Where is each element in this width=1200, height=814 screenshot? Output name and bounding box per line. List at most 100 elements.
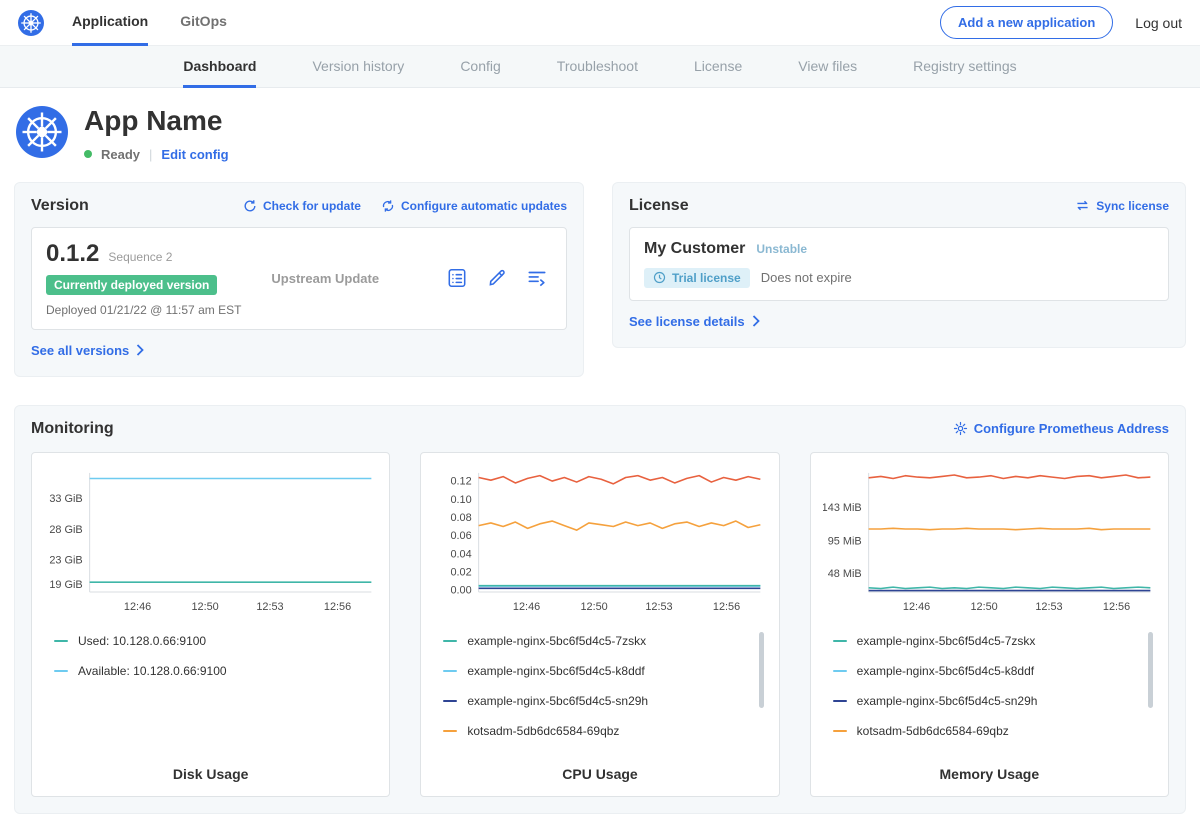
tab-application[interactable]: Application xyxy=(72,0,148,46)
trial-license-badge: Trial license xyxy=(644,268,750,288)
add-application-button[interactable]: Add a new application xyxy=(940,6,1113,39)
svg-text:12:50: 12:50 xyxy=(191,601,218,613)
edit-config-icon[interactable] xyxy=(486,267,508,289)
svg-text:12:46: 12:46 xyxy=(513,601,540,613)
svg-text:12:56: 12:56 xyxy=(324,601,351,613)
divider: | xyxy=(149,147,152,162)
legend-color-dash xyxy=(833,640,847,642)
channel-label: Unstable xyxy=(756,242,807,256)
cpu-usage-chart-panel: 0.120.100.080.060.040.020.0012:4612:5012… xyxy=(420,452,779,797)
auto-update-icon xyxy=(381,199,395,213)
subnav-view-files[interactable]: View files xyxy=(798,46,857,88)
legend-label: example-nginx-5bc6f5d4c5-k8ddf xyxy=(857,664,1034,678)
legend-label: Available: 10.128.0.66:9100 xyxy=(78,664,227,678)
license-details-box: My Customer Unstable Trial license Does … xyxy=(629,227,1169,301)
subnav-dashboard[interactable]: Dashboard xyxy=(183,46,256,88)
legend-item: example-nginx-5bc6f5d4c5-sn29h xyxy=(433,686,750,716)
legend-label: example-nginx-5bc6f5d4c5-k8ddf xyxy=(467,664,644,678)
expiry-text: Does not expire xyxy=(761,270,852,285)
license-type-row: Trial license Does not expire xyxy=(644,268,1154,288)
legend-scrollbar[interactable] xyxy=(759,632,764,708)
legend-color-dash xyxy=(443,730,457,732)
see-license-details-link[interactable]: See license details xyxy=(629,314,760,329)
legend-scrollbar[interactable] xyxy=(1148,632,1153,708)
configure-prometheus-link[interactable]: Configure Prometheus Address xyxy=(953,421,1169,436)
monitoring-header: Monitoring Configure Prometheus Address xyxy=(31,420,1169,438)
check-for-update-link[interactable]: Check for update xyxy=(243,199,361,213)
legend-label: kotsadm-5db6dc6584-69qbz xyxy=(857,724,1009,738)
svg-text:48 MiB: 48 MiB xyxy=(827,568,861,580)
svg-text:12:53: 12:53 xyxy=(256,601,283,613)
svg-text:12:56: 12:56 xyxy=(1103,601,1130,613)
chevron-right-icon xyxy=(752,315,760,327)
release-notes-icon[interactable] xyxy=(446,267,468,289)
version-action-icons xyxy=(446,267,552,289)
version-number: 0.1.2 xyxy=(46,240,99,268)
svg-text:95 MiB: 95 MiB xyxy=(827,535,861,547)
svg-text:12:50: 12:50 xyxy=(970,601,997,613)
see-all-versions-link[interactable]: See all versions xyxy=(31,343,144,358)
configure-automatic-updates-link[interactable]: Configure automatic updates xyxy=(381,199,567,213)
version-card-links: Check for update Configure automatic upd… xyxy=(243,199,567,213)
status-dot xyxy=(84,150,92,158)
trial-license-label: Trial license xyxy=(672,271,741,285)
legend-item: example-nginx-5bc6f5d4c5-7zskx xyxy=(823,626,1140,656)
upstream-update-label: Upstream Update xyxy=(241,271,446,286)
legend-item: kotsadm-5db6dc6584-69qbz xyxy=(823,716,1140,746)
app-kubernetes-icon xyxy=(16,106,68,158)
svg-text:12:46: 12:46 xyxy=(124,601,151,613)
topnav-right: Add a new application Log out xyxy=(940,6,1182,39)
legend-color-dash xyxy=(443,670,457,672)
sync-license-label: Sync license xyxy=(1096,199,1169,213)
svg-text:0.10: 0.10 xyxy=(451,494,472,506)
legend-label: example-nginx-5bc6f5d4c5-7zskx xyxy=(467,634,646,648)
svg-text:0.00: 0.00 xyxy=(451,584,472,596)
svg-text:23 GiB: 23 GiB xyxy=(49,554,82,566)
license-card-links: Sync license xyxy=(1075,199,1169,213)
legend-label: kotsadm-5db6dc6584-69qbz xyxy=(467,724,619,738)
svg-text:12:56: 12:56 xyxy=(713,601,740,613)
legend-color-dash xyxy=(54,670,68,672)
check-for-update-label: Check for update xyxy=(263,199,361,213)
legend-color-dash xyxy=(833,670,847,672)
legend-label: example-nginx-5bc6f5d4c5-sn29h xyxy=(857,694,1038,708)
monitoring-title: Monitoring xyxy=(31,420,114,438)
app-header-text: App Name Ready | Edit config xyxy=(84,106,229,162)
chart-legend: example-nginx-5bc6f5d4c5-7zskx example-ng… xyxy=(823,626,1156,746)
logout-link[interactable]: Log out xyxy=(1135,15,1182,31)
deployed-timestamp: Deployed 01/21/22 @ 11:57 am EST xyxy=(46,303,241,317)
legend-item: kotsadm-5db6dc6584-69qbz xyxy=(433,716,750,746)
refresh-icon xyxy=(243,199,257,213)
subnav-version-history[interactable]: Version history xyxy=(312,46,404,88)
subnav-config[interactable]: Config xyxy=(460,46,500,88)
app-header: App Name Ready | Edit config xyxy=(0,88,1200,182)
license-customer-row: My Customer Unstable xyxy=(644,240,1154,258)
configure-automatic-updates-label: Configure automatic updates xyxy=(401,199,567,213)
current-version-info: 0.1.2 Sequence 2 Currently deployed vers… xyxy=(46,240,241,317)
chart-title: Memory Usage xyxy=(823,752,1156,782)
legend-item: Available: 10.128.0.66:9100 xyxy=(44,656,361,686)
sync-arrows-icon xyxy=(1075,199,1090,212)
tab-gitops[interactable]: GitOps xyxy=(180,0,227,46)
current-version-box: 0.1.2 Sequence 2 Currently deployed vers… xyxy=(31,227,567,330)
configure-prometheus-label: Configure Prometheus Address xyxy=(974,421,1169,436)
license-card-header: License Sync license xyxy=(629,197,1169,215)
legend-color-dash xyxy=(833,730,847,732)
subnav-registry-settings[interactable]: Registry settings xyxy=(913,46,1016,88)
sync-license-link[interactable]: Sync license xyxy=(1075,199,1169,213)
kubernetes-logo-icon xyxy=(18,10,44,36)
svg-text:0.02: 0.02 xyxy=(451,566,472,578)
legend-item: example-nginx-5bc6f5d4c5-k8ddf xyxy=(433,656,750,686)
status-text: Ready xyxy=(101,147,140,162)
charts-row: 33 GiB28 GiB23 GiB19 GiB12:4612:5012:531… xyxy=(31,452,1169,797)
subnav-license[interactable]: License xyxy=(694,46,742,88)
svg-text:12:53: 12:53 xyxy=(646,601,673,613)
edit-config-link[interactable]: Edit config xyxy=(161,147,228,162)
license-card-title: License xyxy=(629,197,689,215)
svg-text:33 GiB: 33 GiB xyxy=(49,493,82,505)
memory-usage-chart: 143 MiB95 MiB48 MiB12:4612:5012:5312:56 xyxy=(823,465,1156,616)
legend-item: example-nginx-5bc6f5d4c5-7zskx xyxy=(433,626,750,656)
monitoring-card: Monitoring Configure Prometheus Address … xyxy=(14,405,1186,814)
subnav-troubleshoot[interactable]: Troubleshoot xyxy=(557,46,638,88)
deploy-logs-icon[interactable] xyxy=(526,267,548,289)
